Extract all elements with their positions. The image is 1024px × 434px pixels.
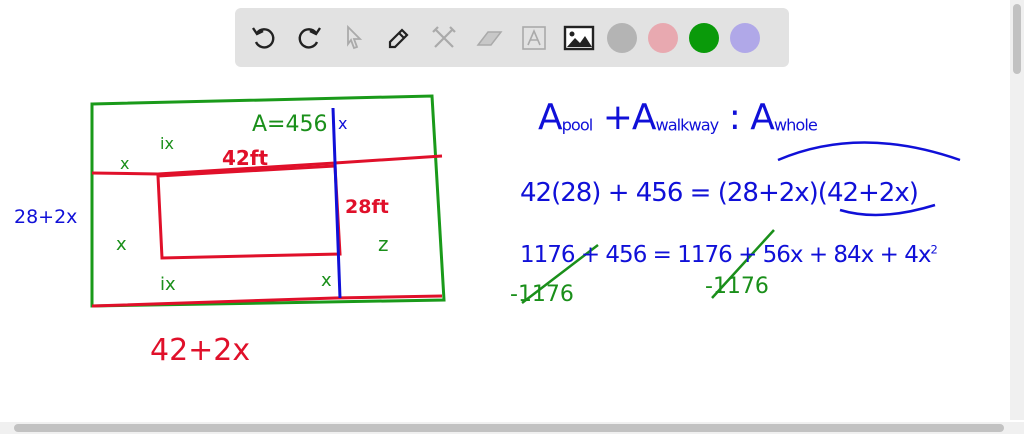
blue-vertical-line: [331, 107, 342, 299]
top-ix-label: ix: [160, 134, 174, 153]
outer-width-label: 28+2x: [14, 206, 78, 228]
left-top-x-label: x: [120, 154, 130, 173]
eq1-pool: pool: [561, 115, 594, 135]
eq1-walkway: walkway: [655, 115, 719, 135]
eq1-plus-a: +A: [602, 97, 657, 138]
equation-line-3: 1176 + 456 = 1176 + 56x + 84x + 4x2: [520, 242, 938, 268]
length-label: 42ft: [222, 146, 269, 170]
equation-line-2: 42(28) + 456 = (28+2x)(42+2x): [520, 178, 919, 208]
cancel-left-label: -1176: [510, 282, 574, 307]
top-x-label: x: [338, 114, 348, 133]
pool-rectangle: [156, 164, 342, 260]
eq1-whole: whole: [773, 115, 818, 135]
eq3-exponent: 2: [930, 242, 937, 257]
equation-line-1: Apool +Awalkway : Awhole: [538, 97, 818, 138]
vertical-scrollbar[interactable]: [1010, 0, 1024, 420]
eq1-a: A: [538, 97, 563, 138]
cancel-right-label: -1176: [705, 274, 769, 299]
bottom-right-x-label: x: [321, 270, 332, 291]
eq1-eq-a: : A: [728, 97, 775, 138]
foil-arc-top: [777, 141, 961, 162]
left-x-label: x: [116, 234, 127, 255]
vertical-scrollbar-thumb[interactable]: [1013, 4, 1021, 74]
right-x-label: z: [378, 232, 389, 256]
eq3-text: 1176 + 456 = 1176 + 56x + 84x + 4x: [520, 242, 931, 268]
area-label: A=456: [252, 112, 328, 137]
width-label: 28ft: [345, 196, 389, 218]
horizontal-scrollbar-thumb[interactable]: [14, 424, 1004, 432]
outer-length-label: 42+2x: [150, 333, 251, 368]
horizontal-scrollbar[interactable]: [0, 422, 1024, 434]
bottom-ix-label: ix: [160, 274, 176, 295]
